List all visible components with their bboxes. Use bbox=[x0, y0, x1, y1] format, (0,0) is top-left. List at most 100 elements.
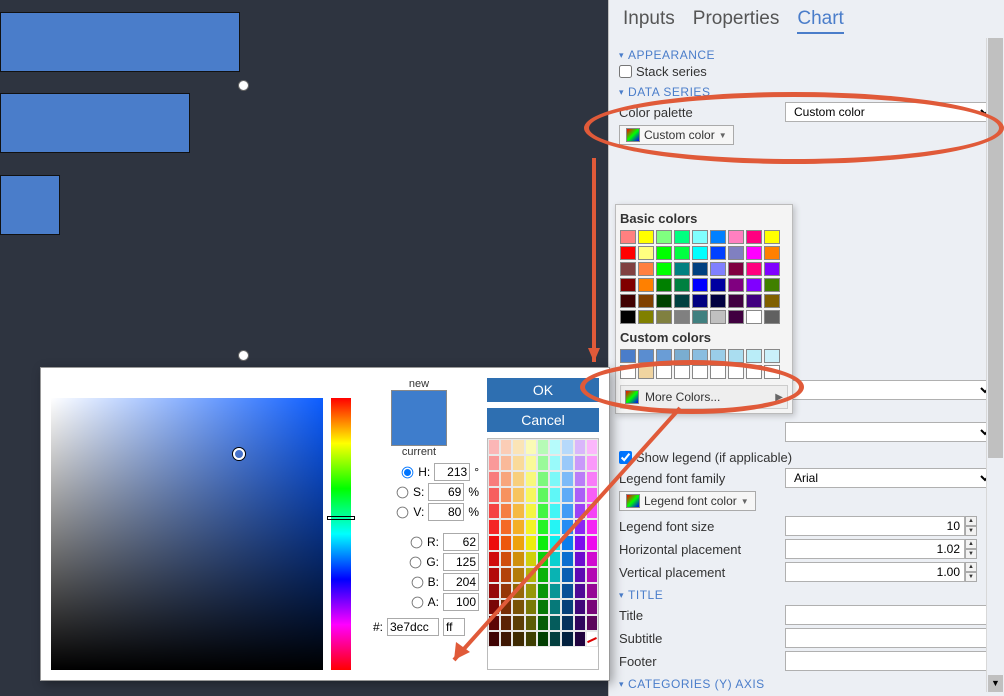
cancel-button[interactable]: Cancel bbox=[487, 408, 599, 432]
color-swatch[interactable] bbox=[692, 278, 708, 292]
show-legend-checkbox[interactable] bbox=[619, 451, 632, 464]
color-swatch[interactable] bbox=[764, 310, 780, 324]
color-swatch[interactable] bbox=[586, 487, 598, 503]
tab-inputs[interactable]: Inputs bbox=[623, 8, 675, 34]
color-swatch[interactable] bbox=[537, 535, 549, 551]
hex-input[interactable] bbox=[387, 618, 439, 636]
color-swatch[interactable] bbox=[620, 278, 636, 292]
color-swatch[interactable] bbox=[512, 631, 524, 647]
color-swatch[interactable] bbox=[488, 567, 500, 583]
color-swatch[interactable] bbox=[710, 310, 726, 324]
color-swatch[interactable] bbox=[525, 503, 537, 519]
color-swatch[interactable] bbox=[525, 583, 537, 599]
color-swatch[interactable] bbox=[746, 310, 762, 324]
color-swatch[interactable] bbox=[561, 471, 573, 487]
color-swatch[interactable] bbox=[692, 349, 708, 363]
color-swatch[interactable] bbox=[620, 262, 636, 276]
color-swatch[interactable] bbox=[764, 278, 780, 292]
color-swatch[interactable] bbox=[586, 471, 598, 487]
color-swatch[interactable] bbox=[586, 455, 598, 471]
color-swatch[interactable] bbox=[638, 246, 654, 260]
color-swatch[interactable] bbox=[586, 503, 598, 519]
color-swatch[interactable] bbox=[638, 230, 654, 244]
color-swatch[interactable] bbox=[561, 583, 573, 599]
color-swatch[interactable] bbox=[728, 262, 744, 276]
color-swatch[interactable] bbox=[561, 503, 573, 519]
color-swatch[interactable] bbox=[537, 455, 549, 471]
color-swatch[interactable] bbox=[561, 455, 573, 471]
color-swatch[interactable] bbox=[692, 310, 708, 324]
section-appearance[interactable]: APPEARANCE bbox=[619, 48, 994, 62]
h-input[interactable] bbox=[434, 463, 470, 481]
color-swatch[interactable] bbox=[764, 294, 780, 308]
color-swatch[interactable] bbox=[764, 230, 780, 244]
color-swatch[interactable] bbox=[620, 365, 636, 379]
color-swatch[interactable] bbox=[549, 503, 561, 519]
color-swatch[interactable] bbox=[692, 230, 708, 244]
radio-a[interactable] bbox=[411, 596, 423, 608]
color-swatch[interactable] bbox=[710, 349, 726, 363]
color-swatch[interactable] bbox=[549, 519, 561, 535]
color-swatch[interactable] bbox=[512, 471, 524, 487]
bar-1[interactable] bbox=[0, 12, 240, 72]
radio-s[interactable] bbox=[397, 486, 409, 498]
color-swatch[interactable] bbox=[728, 310, 744, 324]
color-swatch[interactable] bbox=[512, 503, 524, 519]
scrollbar-down-icon[interactable]: ▼ bbox=[988, 675, 1003, 692]
color-swatch[interactable] bbox=[500, 599, 512, 615]
color-swatch[interactable] bbox=[638, 349, 654, 363]
radio-h[interactable] bbox=[402, 466, 414, 478]
color-swatch[interactable] bbox=[728, 365, 744, 379]
section-data-series[interactable]: DATA SERIES bbox=[619, 85, 994, 99]
color-swatch[interactable] bbox=[561, 439, 573, 455]
color-swatch[interactable] bbox=[746, 349, 762, 363]
color-swatch[interactable] bbox=[512, 519, 524, 535]
color-swatch[interactable] bbox=[638, 262, 654, 276]
color-swatch[interactable] bbox=[620, 294, 636, 308]
section-categories-y[interactable]: CATEGORIES (Y) AXIS bbox=[619, 677, 994, 691]
color-swatch[interactable] bbox=[710, 246, 726, 260]
color-swatch[interactable] bbox=[764, 246, 780, 260]
color-swatch[interactable] bbox=[500, 615, 512, 631]
color-swatch[interactable] bbox=[574, 615, 586, 631]
selection-handle[interactable] bbox=[238, 350, 249, 361]
spin-up-icon[interactable]: ▲ bbox=[965, 562, 977, 572]
color-swatch[interactable] bbox=[537, 599, 549, 615]
color-swatch[interactable] bbox=[574, 631, 586, 647]
color-swatch[interactable] bbox=[512, 455, 524, 471]
color-swatch[interactable] bbox=[764, 262, 780, 276]
color-swatch[interactable] bbox=[488, 615, 500, 631]
color-swatch[interactable] bbox=[537, 551, 549, 567]
color-swatch[interactable] bbox=[525, 471, 537, 487]
color-swatch[interactable] bbox=[500, 631, 512, 647]
ok-button[interactable]: OK bbox=[487, 378, 599, 402]
color-swatch[interactable] bbox=[746, 294, 762, 308]
color-swatch[interactable] bbox=[537, 503, 549, 519]
color-swatch[interactable] bbox=[620, 310, 636, 324]
color-swatch[interactable] bbox=[549, 615, 561, 631]
color-swatch[interactable] bbox=[746, 278, 762, 292]
color-swatch[interactable] bbox=[728, 349, 744, 363]
color-swatch[interactable] bbox=[525, 535, 537, 551]
color-swatch[interactable] bbox=[488, 503, 500, 519]
vertical-placement-input[interactable] bbox=[785, 562, 965, 582]
color-swatch[interactable] bbox=[549, 487, 561, 503]
color-swatch[interactable] bbox=[764, 349, 780, 363]
color-swatch[interactable] bbox=[512, 615, 524, 631]
color-swatch[interactable] bbox=[586, 519, 598, 535]
custom-color-button[interactable]: Custom color ▼ bbox=[619, 125, 734, 145]
color-swatch[interactable] bbox=[586, 615, 598, 631]
no-color-swatch[interactable] bbox=[586, 631, 598, 647]
color-swatch[interactable] bbox=[764, 365, 780, 379]
color-swatch[interactable] bbox=[561, 615, 573, 631]
hue-slider[interactable] bbox=[331, 398, 351, 670]
color-swatch[interactable] bbox=[620, 246, 636, 260]
color-swatch[interactable] bbox=[549, 471, 561, 487]
color-swatch[interactable] bbox=[574, 455, 586, 471]
color-swatch[interactable] bbox=[561, 551, 573, 567]
color-swatch[interactable] bbox=[586, 551, 598, 567]
color-swatch[interactable] bbox=[574, 599, 586, 615]
g-input[interactable] bbox=[443, 553, 479, 571]
color-swatch[interactable] bbox=[656, 278, 672, 292]
a-input[interactable] bbox=[443, 593, 479, 611]
